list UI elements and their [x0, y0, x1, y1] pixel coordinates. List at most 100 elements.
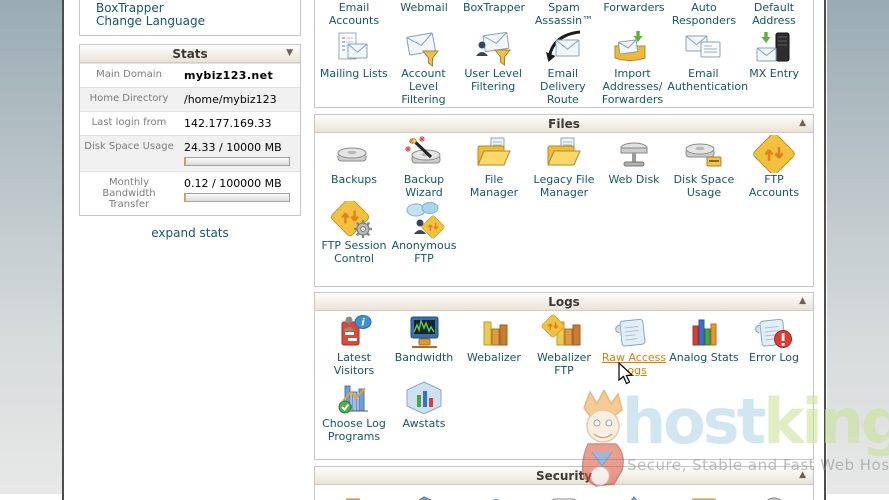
app-label[interactable]: Webmail — [400, 1, 448, 14]
app-label[interactable]: Mailing Lists — [320, 67, 388, 80]
app-item-boxtrapper[interactable]: BoxTrapper — [459, 1, 529, 27]
app-label[interactable]: File Manager — [459, 173, 529, 199]
chevron-up-icon[interactable]: ▲ — [799, 118, 806, 128]
section-header-logs[interactable]: Logs▲ — [315, 293, 813, 311]
app-label[interactable]: Auto Responders — [669, 1, 739, 27]
ftp-session-control-icon[interactable] — [330, 201, 378, 239]
app-label[interactable]: User Level Filtering — [458, 67, 528, 93]
mx-entry-icon[interactable] — [750, 29, 798, 67]
awstats-icon[interactable] — [400, 379, 448, 417]
app-item-mailing-lists[interactable]: Mailing Lists — [319, 29, 389, 106]
app-item-email-accounts[interactable]: Email Accounts — [319, 1, 389, 27]
app-label[interactable]: Raw Access Logs — [599, 351, 669, 377]
email-authentication-icon[interactable] — [679, 29, 727, 67]
app-label[interactable]: Import Addresses/ Forwarders — [598, 67, 668, 106]
app-item-ftp-session-control[interactable]: FTP Session Control — [319, 201, 389, 265]
app-item-raw-access-logs[interactable]: Raw Access Logs — [599, 313, 669, 377]
app-item-import-addresses-forwarders[interactable]: Import Addresses/ Forwarders — [598, 29, 668, 106]
sphere-partial-icon[interactable] — [739, 491, 809, 500]
app-item-account-level-filtering[interactable]: Account Level Filtering — [389, 29, 459, 106]
webalizer-icon[interactable] — [470, 313, 518, 351]
app-item-webalizer[interactable]: Webalizer — [459, 313, 529, 377]
chevron-down-icon[interactable]: ▼ — [286, 48, 293, 58]
app-item-auto-responders[interactable]: Auto Responders — [669, 1, 739, 27]
app-label[interactable]: Backups — [331, 173, 377, 186]
app-item-ftp-accounts[interactable]: FTP Accounts — [739, 135, 809, 199]
latest-visitors-icon[interactable]: i — [330, 313, 378, 351]
account-level-filtering-icon[interactable] — [399, 29, 447, 67]
app-label[interactable]: Default Address — [739, 1, 809, 27]
disk-space-usage-icon[interactable] — [680, 135, 728, 173]
app-label[interactable]: Bandwidth — [395, 351, 454, 364]
app-item-choose-log-programs[interactable]: Choose Log Programs — [319, 379, 389, 443]
chevron-up-icon[interactable]: ▲ — [799, 470, 806, 480]
app-label[interactable]: Error Log — [749, 351, 799, 364]
slab-gray-partial-icon[interactable] — [459, 491, 529, 500]
app-item-user-level-filtering[interactable]: User Level Filtering — [458, 29, 528, 106]
sidebar-link-change-language[interactable]: Change Language — [96, 15, 294, 28]
app-label[interactable]: Legacy File Manager — [529, 173, 599, 199]
legacy-file-manager-icon[interactable] — [540, 135, 588, 173]
app-item-email-authentication[interactable]: Email Authentication — [667, 29, 739, 106]
stats-header[interactable]: Stats ▼ — [80, 45, 300, 63]
app-label[interactable]: Email Authentication — [667, 67, 739, 93]
app-label[interactable]: FTP Session Control — [319, 239, 389, 265]
app-label[interactable]: Analog Stats — [669, 351, 739, 364]
app-item-latest-visitors[interactable]: iLatest Visitors — [319, 313, 389, 377]
app-label[interactable]: Email Delivery Route — [528, 67, 598, 106]
app-label[interactable]: Account Level Filtering — [389, 67, 459, 106]
app-item-backups[interactable]: Backups — [319, 135, 389, 199]
import-addresses-forwarders-icon[interactable] — [608, 29, 656, 67]
app-label[interactable]: Spam Assassin™ — [529, 1, 599, 27]
app-item-file-manager[interactable]: File Manager — [459, 135, 529, 199]
app-item-webmail[interactable]: Webmail — [389, 1, 459, 27]
app-label[interactable]: Choose Log Programs — [319, 417, 389, 443]
web-disk-icon[interactable] — [610, 135, 658, 173]
error-log-icon[interactable] — [750, 313, 798, 351]
raw-access-logs-icon[interactable] — [610, 313, 658, 351]
oval-partial-icon[interactable] — [529, 491, 599, 500]
app-item-error-log[interactable]: Error Log — [739, 313, 809, 377]
backup-wizard-icon[interactable] — [400, 135, 448, 173]
app-label[interactable]: FTP Accounts — [739, 173, 809, 199]
section-header-security[interactable]: Security▲ — [315, 467, 813, 485]
app-label[interactable]: Forwarders — [603, 1, 664, 14]
slab-blue-partial-icon[interactable] — [389, 491, 459, 500]
app-label[interactable]: Latest Visitors — [319, 351, 389, 377]
app-label[interactable]: Email Accounts — [319, 1, 389, 27]
mailing-lists-icon[interactable] — [330, 29, 378, 67]
app-item-spam-assassin[interactable]: Spam Assassin™ — [529, 1, 599, 27]
app-item-forwarders[interactable]: Forwarders — [599, 1, 669, 27]
app-item-email-delivery-route[interactable]: Email Delivery Route — [528, 29, 598, 106]
app-item-analog-stats[interactable]: Analog Stats — [669, 313, 739, 377]
webalizer-ftp-icon[interactable] — [540, 313, 588, 351]
app-label[interactable]: Awstats — [403, 417, 446, 430]
app-item-backup-wizard[interactable]: Backup Wizard — [389, 135, 459, 199]
app-label[interactable]: Disk Space Usage — [669, 173, 739, 199]
app-item-webalizer-ftp[interactable]: Webalizer FTP — [529, 313, 599, 377]
choose-log-programs-icon[interactable] — [330, 379, 378, 417]
app-label[interactable]: BoxTrapper — [463, 1, 525, 14]
email-delivery-route-icon[interactable] — [539, 29, 587, 67]
folder-partial-icon[interactable] — [319, 491, 389, 500]
keys-partial-icon[interactable] — [669, 491, 739, 500]
backups-icon[interactable] — [330, 135, 378, 173]
analog-stats-icon[interactable] — [680, 313, 728, 351]
app-label[interactable]: Webalizer — [467, 351, 521, 364]
bandwidth-icon[interactable] — [400, 313, 448, 351]
expand-stats-link[interactable]: expand stats — [79, 226, 301, 240]
chevron-up-icon[interactable]: ▲ — [799, 296, 806, 306]
app-item-awstats[interactable]: Awstats — [389, 379, 459, 443]
app-item-web-disk[interactable]: Web Disk — [599, 135, 669, 199]
app-item-default-address[interactable]: Default Address — [739, 1, 809, 27]
app-item-legacy-file-manager[interactable]: Legacy File Manager — [529, 135, 599, 199]
user-level-filtering-icon[interactable] — [469, 29, 517, 67]
app-label[interactable]: Backup Wizard — [389, 173, 459, 199]
app-item-bandwidth[interactable]: Bandwidth — [389, 313, 459, 377]
section-header-files[interactable]: Files▲ — [315, 115, 813, 133]
diamond-blue-partial-icon[interactable] — [599, 491, 669, 500]
file-manager-icon[interactable] — [470, 135, 518, 173]
app-item-disk-space-usage[interactable]: Disk Space Usage — [669, 135, 739, 199]
app-label[interactable]: Anonymous FTP — [389, 239, 459, 265]
ftp-accounts-icon[interactable] — [750, 135, 798, 173]
